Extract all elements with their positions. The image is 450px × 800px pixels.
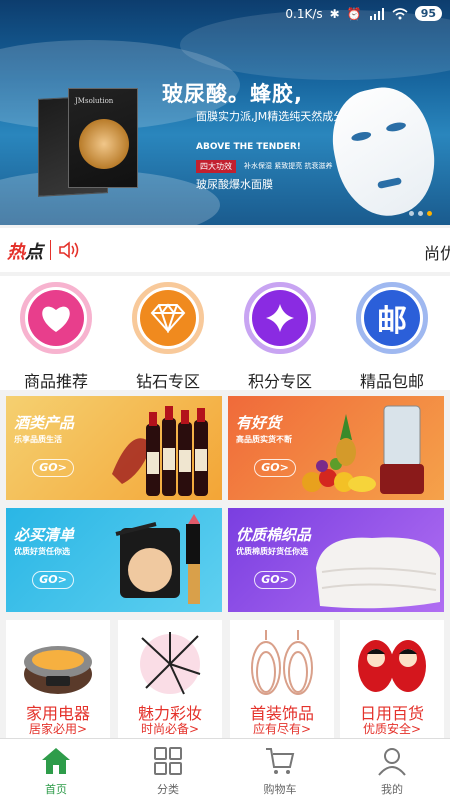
- banner-features: 补水保湿 紧致提亮 抗衰滋养: [244, 162, 333, 170]
- alarm-icon: ⏰: [346, 6, 362, 21]
- heart-icon: [28, 290, 84, 346]
- tile-jewelry[interactable]: 首装饰品 应有尽有>: [230, 620, 334, 738]
- cosmetics-image: [115, 514, 200, 604]
- category-recommend[interactable]: 商品推荐: [6, 282, 106, 391]
- wine-image: [112, 406, 208, 496]
- quilt-image: [316, 537, 440, 609]
- face-mask-image: [322, 79, 446, 225]
- wifi-icon: [392, 7, 408, 19]
- category-free-shipping[interactable]: 邮 精品包邮: [342, 282, 442, 391]
- divider: [50, 240, 51, 260]
- banner-tagline: ABOVE THE TENDER!: [196, 142, 301, 152]
- promo-title: 必买清单: [14, 526, 75, 544]
- tab-label: 我的: [381, 783, 403, 796]
- user-icon: [378, 748, 406, 776]
- tab-mine[interactable]: 我的: [336, 739, 448, 800]
- speaker-icon: [59, 241, 79, 259]
- category-points[interactable]: 积分专区: [230, 282, 330, 391]
- promo-subtitle: 优质棉质好货任你选: [236, 547, 308, 556]
- tab-label: 分类: [157, 783, 179, 796]
- tab-cart[interactable]: 购物车: [224, 739, 336, 800]
- honey-image: [79, 119, 129, 169]
- promo-title: 有好货: [236, 414, 282, 432]
- promo-subtitle: 乐享品质生活: [14, 435, 62, 444]
- go-button[interactable]: GO>: [32, 571, 74, 589]
- banner-subtitle: 面膜实力派,JM精选纯天然成分!: [196, 110, 349, 123]
- product-box-front: JMsolution: [68, 88, 138, 188]
- tab-label: 首页: [45, 783, 67, 796]
- tile-makeup[interactable]: 魅力彩妆 时尚必备>: [118, 620, 222, 738]
- go-button[interactable]: GO>: [32, 459, 74, 477]
- home-icon: [42, 748, 70, 774]
- bluetooth-icon: ✱: [329, 6, 340, 21]
- tile-subtitle: 应有尽有>: [252, 722, 312, 736]
- network-speed: 0.1K/s: [285, 6, 323, 21]
- mask-eye: [350, 130, 372, 143]
- box-brand: JMsolution: [75, 97, 114, 105]
- carousel-dot-active[interactable]: [427, 211, 432, 216]
- tab-category[interactable]: 分类: [112, 739, 224, 800]
- promo-wine[interactable]: 酒类产品 乐享品质生活 GO>: [6, 396, 222, 500]
- slippers-image: [358, 640, 426, 692]
- status-bar: 0.1K/s ✱ ⏰ 95: [0, 0, 450, 30]
- you-icon: 邮: [364, 290, 420, 346]
- hot-news-text[interactable]: 尚优: [424, 240, 450, 264]
- tile-subtitle: 时尚必备>: [140, 722, 200, 736]
- tile-subtitle: 优质安全>: [362, 722, 422, 736]
- makeup-brush-image: [140, 632, 201, 695]
- tab-label: 购物车: [263, 783, 297, 796]
- carousel-dot[interactable]: [418, 211, 423, 216]
- category-label: 商品推荐: [23, 372, 88, 391]
- tab-home[interactable]: 首页: [0, 739, 112, 800]
- banner-product-name: 玻尿酸爆水面膜: [196, 178, 273, 191]
- promo-title: 酒类产品: [14, 414, 75, 432]
- carousel-dots[interactable]: [409, 211, 432, 216]
- hero-banner[interactable]: 0.1K/s ✱ ⏰ 95 JMsolution 玻尿酸。蜂胶, 面膜实力派,J…: [0, 0, 450, 225]
- tile-daily-goods[interactable]: 日用百货 优质安全>: [340, 620, 444, 738]
- promo-title: 优质棉织品: [236, 526, 312, 544]
- banner-title: 玻尿酸。蜂胶,: [162, 82, 303, 106]
- promo-good-goods[interactable]: 有好货 高品质实货不断 GO>: [228, 396, 444, 500]
- bottom-tab-bar: 首页 分类 购物车 我的: [0, 738, 450, 800]
- category-shortcuts: 商品推荐 钻石专区 积分专区 邮 精品包邮: [0, 276, 450, 391]
- category-label: 钻石专区: [135, 372, 200, 391]
- diamond-shape-icon: [252, 290, 308, 346]
- hot-label: 热点: [7, 242, 43, 263]
- carousel-dot[interactable]: [409, 211, 414, 216]
- signal-icon: [369, 7, 384, 20]
- go-button[interactable]: GO>: [254, 571, 296, 589]
- battery-indicator: 95: [414, 6, 442, 21]
- hot-news-bar[interactable]: 热点 尚优: [0, 228, 450, 272]
- mask-mouth: [377, 177, 403, 189]
- tile-subtitle: 居家必用>: [28, 722, 88, 736]
- mask-eye: [385, 120, 407, 133]
- category-label: 精品包邮: [359, 372, 424, 391]
- cart-icon: [266, 748, 295, 774]
- category-label: 积分专区: [247, 372, 312, 391]
- promo-subtitle: 优质好货任你选: [14, 547, 70, 556]
- diamond-icon: [140, 290, 196, 346]
- grid-icon: [154, 747, 182, 775]
- app-screen: 0.1K/s ✱ ⏰ 95 JMsolution 玻尿酸。蜂胶, 面膜实力派,J…: [0, 0, 450, 800]
- banner-badge: 四大功效: [196, 160, 236, 173]
- fruit-blender-image: [302, 405, 424, 494]
- promo-cotton[interactable]: 优质棉织品 优质棉质好货任你选 GO>: [228, 508, 444, 612]
- promo-subtitle: 高品质实货不断: [236, 435, 292, 444]
- rice-cooker-image: [24, 646, 92, 694]
- tile-appliances[interactable]: 家用电器 居家必用>: [6, 620, 110, 738]
- go-button[interactable]: GO>: [254, 459, 296, 477]
- category-diamond[interactable]: 钻石专区: [118, 282, 218, 391]
- promo-must-buy[interactable]: 必买清单 优质好货任你选 GO>: [6, 508, 222, 612]
- earrings-image: [251, 630, 313, 695]
